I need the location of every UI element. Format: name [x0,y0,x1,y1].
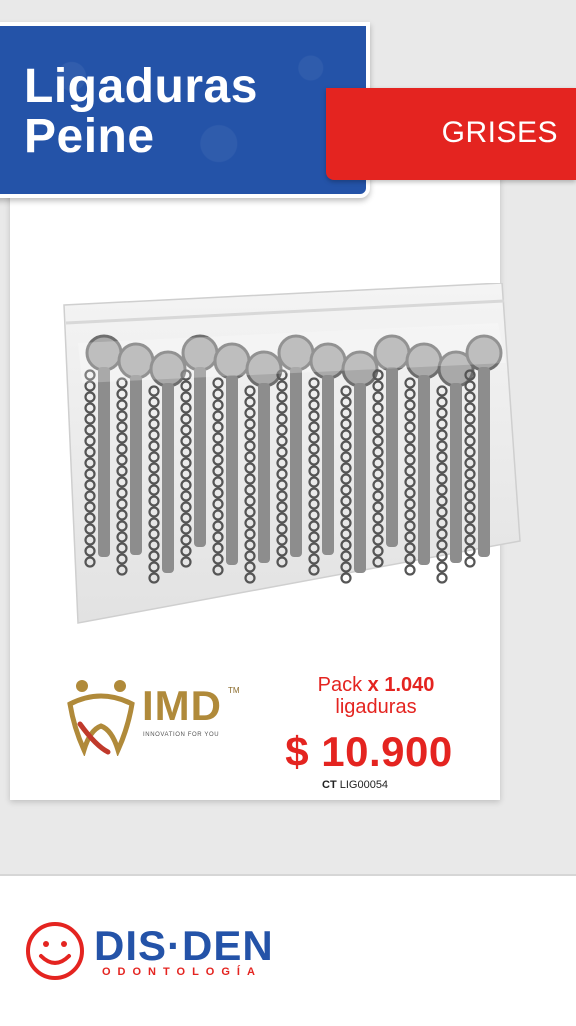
disden-subtitle: ODONTOLOGÍA [102,966,262,978]
comb-stick [450,383,462,563]
disden-logo: DIS·DEN ODONTOLOGÍA [24,920,294,984]
comb-stick [130,375,142,555]
title-line-2: Peine [24,110,155,163]
ligature-ring [436,572,448,584]
imd-wordmark: IMD [142,682,222,729]
code-value: LIG00054 [339,779,389,791]
pack-prefix: Pack [317,674,363,696]
price: $ 10.900 [285,728,453,775]
ligature-ring [464,556,476,568]
comb-stick [478,367,490,557]
disden-wordmark: DIS·DEN [94,922,274,969]
ligature-ring [340,572,352,584]
comb-stick [194,367,206,547]
imd-logo: IMD TM INNOVATION FOR YOU [66,676,246,758]
comb-stick [258,383,270,563]
pack-quantity: x 1.040 [367,674,435,696]
ligature-ring [436,561,448,573]
title-banner: Ligaduras Peine [0,22,370,198]
pack-info: Pack x 1.040 ligaduras [296,674,456,718]
comb-stick [322,375,334,555]
comb-stick [162,383,174,573]
title-line-1: Ligaduras [24,60,258,113]
ligature-ring [404,564,416,576]
pack-unit: ligaduras [335,696,417,718]
comb-stick [386,367,398,547]
color-tag: GRISES [326,88,576,180]
color-tag-label: GRISES [441,116,558,149]
comb-stick [226,375,238,565]
comb-stick [418,375,430,565]
code-label: CT [322,779,337,791]
product-image [63,283,521,624]
comb-stick [98,367,110,557]
comb-stick [354,383,366,573]
smiley-tooth-icon [26,922,84,980]
tooth-people-icon [67,680,135,758]
imd-tagline: INNOVATION FOR YOU [143,732,220,738]
comb-stick [290,367,302,557]
product-code: CT LIG00054 [322,779,388,791]
imd-trademark: TM [228,686,240,695]
